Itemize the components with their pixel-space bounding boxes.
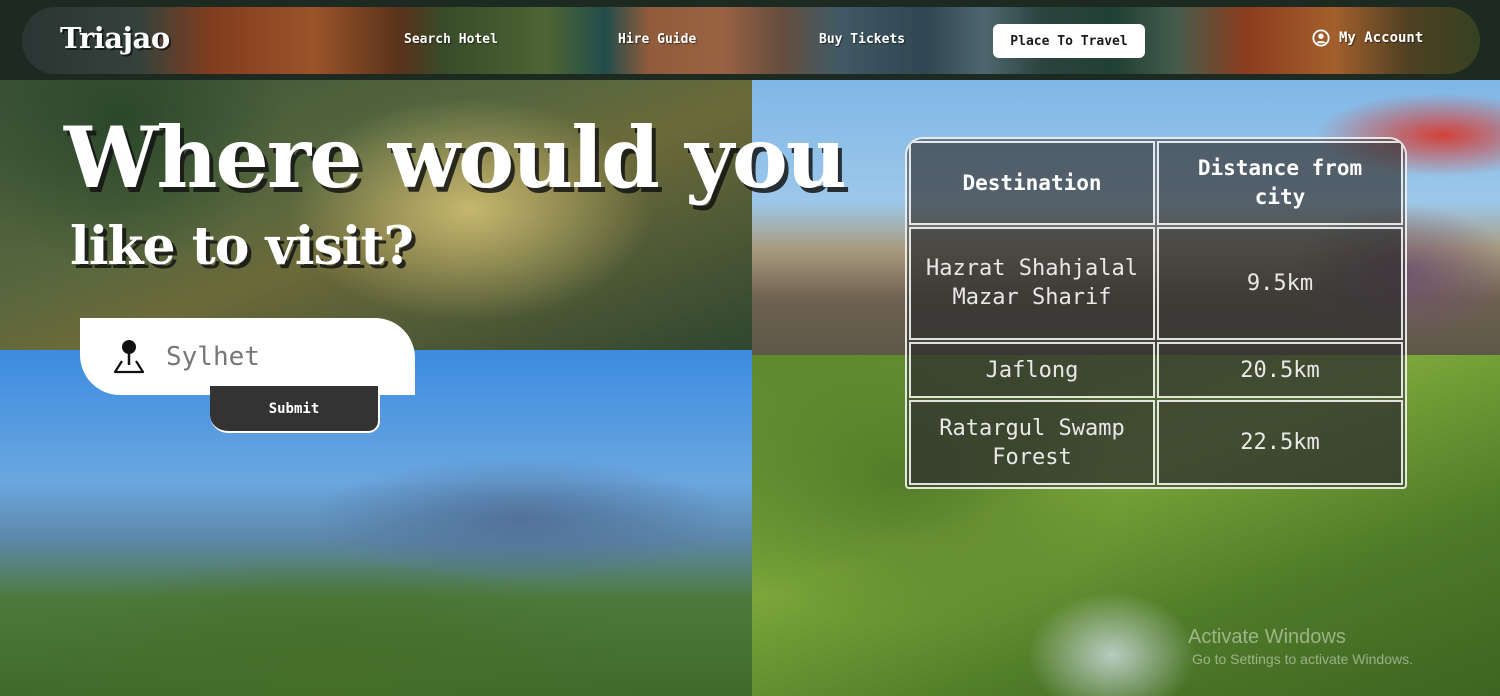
cell-destination: Jaflong: [909, 341, 1155, 399]
account-menu[interactable]: My Account: [1312, 29, 1423, 47]
nav-buy-tickets[interactable]: Buy Tickets: [819, 32, 905, 47]
headline-line-2: like to visit?: [70, 216, 414, 277]
destination-search-box: [80, 318, 415, 395]
header-destination: Destination: [909, 141, 1155, 225]
watermark-subtitle: Go to Settings to activate Windows.: [1192, 651, 1413, 667]
cell-destination: Hazrat Shahjalal Mazar Sharif: [909, 227, 1155, 340]
distance-table: Destination Distance from city Hazrat Sh…: [905, 137, 1407, 489]
brand-logo[interactable]: Triajao: [60, 21, 170, 55]
cell-distance: 9.5km: [1157, 227, 1403, 340]
cell-distance: 20.5km: [1157, 341, 1403, 399]
header-distance: Distance from city: [1157, 141, 1403, 225]
user-circle-icon: [1312, 29, 1330, 47]
cell-destination: Ratargul Swamp Forest: [909, 400, 1155, 485]
nav-hire-guide[interactable]: Hire Guide: [618, 32, 696, 47]
destination-search-input[interactable]: [166, 338, 396, 376]
submit-button[interactable]: Submit: [210, 386, 380, 433]
account-label: My Account: [1339, 30, 1424, 46]
map-pin-icon: [113, 340, 145, 374]
table-row: Hazrat Shahjalal Mazar Sharif 9.5km: [909, 227, 1403, 340]
table-row: Ratargul Swamp Forest 22.5km: [909, 400, 1403, 485]
windows-activation-watermark: Activate Windows Go to Settings to activ…: [1188, 626, 1413, 667]
cell-distance: 22.5km: [1157, 400, 1403, 485]
nav-search-hotel[interactable]: Search Hotel: [404, 32, 498, 47]
navbar: Triajao Search Hotel Hire Guide Buy Tick…: [22, 7, 1480, 74]
table-header-row: Destination Distance from city: [909, 141, 1403, 225]
table-row: Jaflong 20.5km: [909, 341, 1403, 399]
headline-line-1: Where would you: [64, 108, 847, 207]
nav-place-to-travel[interactable]: Place To Travel: [993, 24, 1145, 58]
watermark-title: Activate Windows: [1188, 626, 1346, 648]
